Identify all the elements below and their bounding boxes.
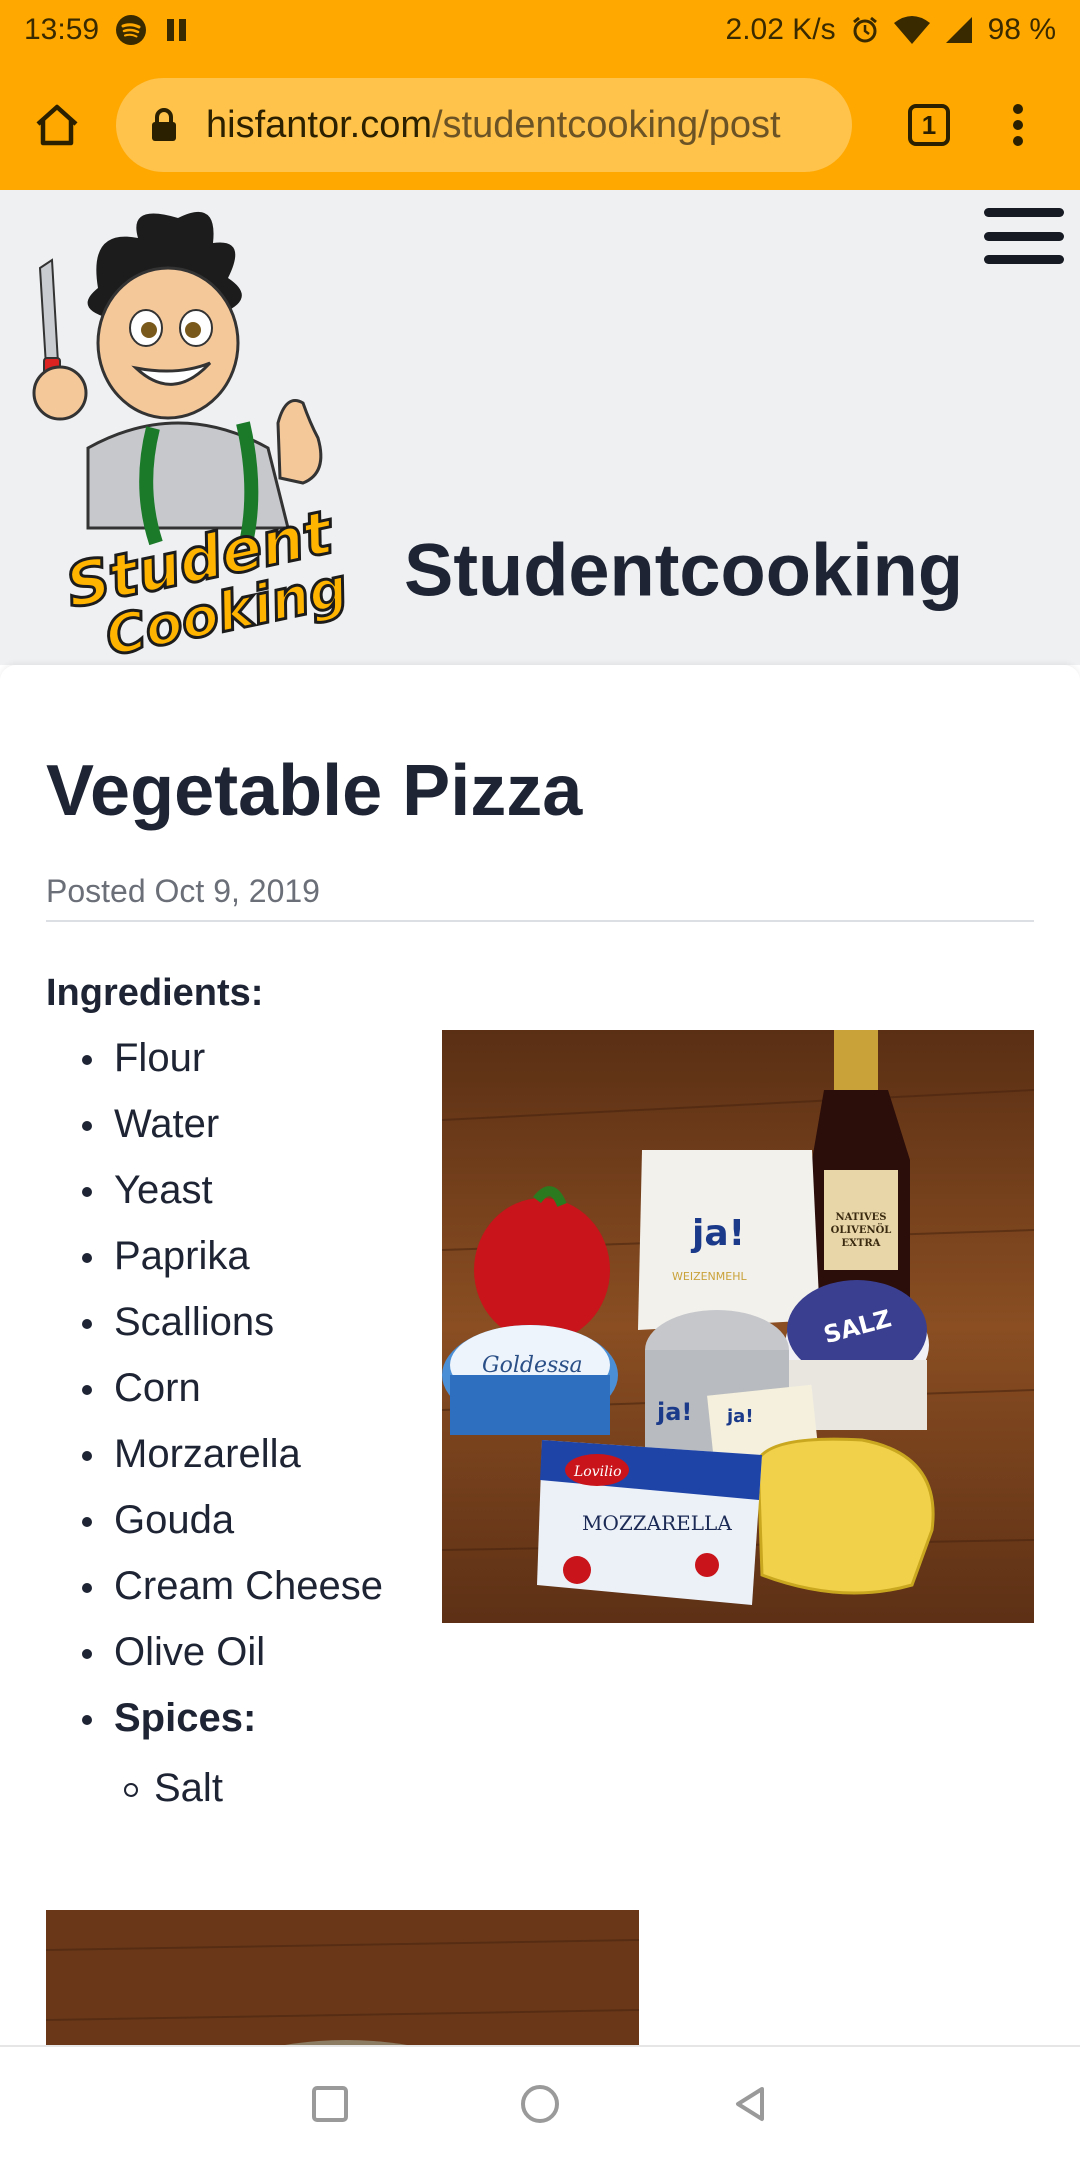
list-item: Scallions: [46, 1289, 426, 1355]
browser-menu-button[interactable]: [998, 90, 1038, 160]
flour-type: WEIZENMEHL: [672, 1270, 747, 1283]
studentcooking-logo[interactable]: Student Cooking: [18, 198, 358, 658]
hamburger-menu-button[interactable]: [984, 208, 1064, 264]
post-title: Vegetable Pizza: [46, 751, 583, 831]
divider: [46, 920, 1034, 922]
list-item: Water: [46, 1091, 426, 1157]
hamburger-line: [984, 231, 1064, 241]
pause-icon: [163, 16, 191, 44]
oil-label-2: OLIVENÖL: [831, 1223, 892, 1236]
circle-icon: [521, 2084, 559, 2123]
home-nav-button[interactable]: [510, 2074, 570, 2134]
recents-button[interactable]: [300, 2074, 360, 2134]
more-vert-icon: [1013, 104, 1023, 146]
oil-label-3: EXTRA: [842, 1238, 881, 1249]
yeast-brand: ja!: [726, 1406, 754, 1427]
hamburger-line: [984, 255, 1064, 264]
battery-level: 98 %: [987, 13, 1056, 46]
home-button[interactable]: [22, 90, 92, 160]
list-item: Cream Cheese: [46, 1553, 426, 1619]
status-time: 13:59: [24, 13, 100, 46]
back-triangle-icon: [736, 2086, 764, 2121]
signal-icon: [944, 15, 974, 45]
browser-toolbar: hisfantor.com/studentcooking/post 1: [0, 60, 1080, 190]
list-item: Morzarella: [46, 1421, 426, 1487]
square-icon: [312, 2085, 348, 2122]
ingredients-list: Flour Water Yeast Paprika Scallions Corn…: [46, 1025, 426, 1751]
alarm-icon: [850, 15, 880, 45]
can-brand: ja!: [656, 1398, 692, 1426]
list-item: Paprika: [46, 1223, 426, 1289]
site-title[interactable]: Studentcooking: [404, 528, 1024, 613]
list-item: Flour: [46, 1025, 426, 1091]
tab-switcher-button[interactable]: 1: [894, 90, 964, 160]
oil-label-1: NATIVES: [835, 1212, 886, 1223]
list-item: Salt: [46, 1755, 223, 1821]
site-header: Student Cooking Studentcooking: [0, 190, 1080, 665]
network-speed: 2.02 K/s: [725, 13, 836, 46]
hamburger-line: [984, 208, 1064, 217]
status-bar: 13:59 2.02 K/s 98 %: [0, 0, 1080, 60]
cheese-brand: Goldessa: [482, 1353, 583, 1378]
mozz-label: MOZZARELLA: [582, 1511, 732, 1535]
url-path: /studentcooking/post: [432, 103, 781, 146]
url-bar[interactable]: hisfantor.com/studentcooking/post: [116, 78, 852, 172]
list-item: Gouda: [46, 1487, 426, 1553]
tab-count: 1: [908, 104, 950, 146]
ingredients-heading: Ingredients:: [46, 972, 264, 1014]
recipe-step-photo[interactable]: [46, 1910, 639, 2045]
post-date: Posted Oct 9, 2019: [46, 873, 320, 909]
mozz-brand: Lovilio: [573, 1464, 622, 1480]
wifi-icon: [893, 15, 930, 45]
flour-brand: ja!: [690, 1213, 745, 1254]
home-icon: [36, 104, 78, 146]
system-nav-bar: [0, 2045, 1080, 2160]
post-content: Vegetable Pizza Posted Oct 9, 2019 Ingre…: [0, 665, 1080, 2045]
url-text: hisfantor.com/studentcooking/post: [206, 104, 781, 147]
list-item: Olive Oil: [46, 1619, 426, 1685]
spices-list: Salt: [46, 1755, 223, 1821]
url-domain: hisfantor.com: [206, 103, 432, 146]
ingredients-photo[interactable]: NATIVES OLIVENÖL EXTRA ja! WEIZENMEHL SA…: [442, 1030, 1034, 1623]
lock-icon: [152, 108, 176, 141]
spices-heading: Spices:: [46, 1685, 426, 1751]
list-item: Yeast: [46, 1157, 426, 1223]
list-item: Corn: [46, 1355, 426, 1421]
back-button[interactable]: [720, 2074, 780, 2134]
spotify-icon: [115, 14, 147, 46]
